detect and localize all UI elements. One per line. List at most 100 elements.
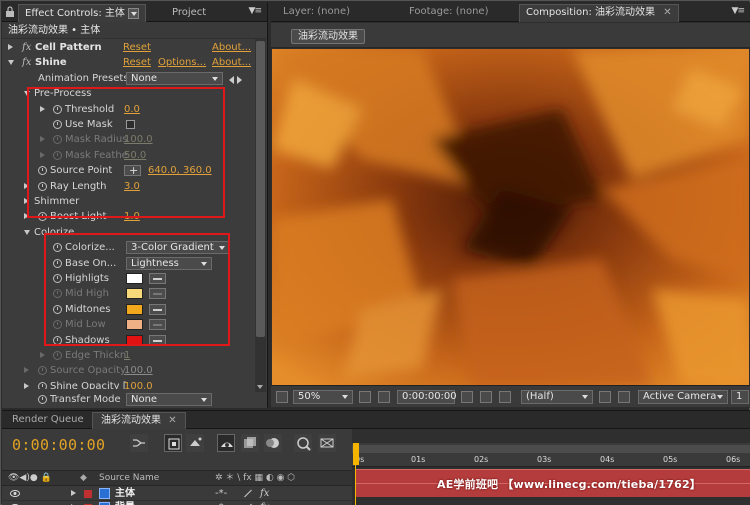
about-link[interactable]: About... [212, 55, 251, 70]
layer-name[interactable]: 背景 [115, 501, 135, 505]
tab-effect-controls[interactable]: Effect Controls: 主体 [18, 4, 146, 22]
collapse-arrow-icon[interactable] [24, 91, 30, 97]
time-ruler[interactable]: 0s 01s 02s 03s 04s 05s 06s [352, 443, 750, 467]
resolution-grid-icon[interactable] [359, 391, 371, 403]
viewer-timecode[interactable]: 0:00:00:00 [397, 390, 457, 404]
live-update-icon[interactable] [164, 434, 182, 452]
tab-footage[interactable]: Footage: (none) [403, 4, 494, 22]
boost-light-value[interactable]: 1.0 [124, 209, 140, 224]
always-preview-icon[interactable] [276, 391, 288, 403]
animation-presets-select[interactable]: None [126, 71, 223, 85]
stopwatch-icon[interactable] [38, 395, 47, 404]
expand-arrow-icon[interactable] [8, 44, 13, 50]
channel-rgb-icon[interactable] [499, 391, 511, 403]
collapse-switch-icon[interactable]: -*- [215, 487, 227, 500]
expand-arrow-icon[interactable] [24, 382, 29, 389]
stopwatch-icon[interactable] [53, 120, 62, 129]
pre-process-group[interactable]: Pre-Process [2, 86, 256, 101]
base-on-select[interactable]: Lightness [126, 256, 212, 270]
hide-shy-layers-icon[interactable] [217, 434, 235, 452]
lock-icon[interactable] [5, 6, 15, 18]
close-icon[interactable]: ✕ [663, 7, 671, 18]
frame-blending-icon[interactable] [241, 434, 259, 452]
next-preset-icon[interactable] [237, 75, 242, 84]
stopwatch-icon[interactable] [53, 304, 62, 314]
expand-arrow-icon[interactable] [24, 213, 29, 220]
about-link[interactable]: About... [212, 40, 251, 55]
effect-shine[interactable]: fx Shine Reset Options... About... [2, 55, 256, 70]
quality-switch-icon[interactable] [244, 489, 252, 498]
transparency-grid-icon[interactable] [618, 391, 630, 403]
region-of-interest-icon[interactable] [378, 391, 390, 403]
threshold-value[interactable]: 0.0 [124, 102, 140, 117]
stopwatch-icon[interactable] [53, 243, 62, 253]
stopwatch-icon[interactable] [38, 212, 47, 222]
brainstorm-icon[interactable] [318, 434, 336, 452]
eyedropper-icon[interactable] [149, 303, 166, 315]
label-column-icon[interactable]: ◆ [80, 471, 87, 485]
collapse-arrow-icon[interactable] [24, 229, 30, 235]
shimmer-group[interactable]: Shimmer [2, 194, 256, 209]
snapshot-camera-icon[interactable] [461, 391, 473, 403]
effect-cell-pattern[interactable]: fx Cell Pattern Reset About... [2, 40, 256, 55]
effect-controls-scrollbar[interactable] [255, 39, 266, 392]
composition-breadcrumb[interactable]: 油彩流动效果 [291, 29, 365, 44]
use-mask-checkbox[interactable] [126, 120, 135, 129]
expand-arrow-icon[interactable] [24, 198, 29, 204]
zoom-select[interactable]: 50% [293, 390, 353, 404]
effect-switch-icon[interactable]: fx [260, 501, 269, 505]
fx-icon[interactable]: fx [22, 40, 31, 55]
visibility-eye-icon[interactable] [10, 489, 20, 498]
graph-editor-icon[interactable] [294, 434, 312, 452]
current-time-indicator[interactable] [353, 443, 359, 465]
layer-row[interactable]: 背景 -*- fx [2, 501, 352, 505]
reset-link[interactable]: Reset [123, 55, 151, 70]
timeline-track-area[interactable]: 0s 01s 02s 03s 04s 05s 06s AE学前班吧 【www.l… [352, 429, 750, 505]
views-select[interactable]: 1 [731, 390, 749, 404]
ray-length-value[interactable]: 3.0 [124, 179, 140, 194]
switches-header-icons[interactable]: ✲ ＊ \ fx ▦ ◐ ◉ ⬡ [215, 471, 295, 485]
show-snapshot-icon[interactable] [480, 391, 492, 403]
source-name-header[interactable]: Source Name [99, 471, 159, 485]
av-features-icons[interactable]: 👁◀)● 🔒 [8, 471, 52, 485]
eyedropper-icon[interactable] [149, 273, 166, 284]
tab-render-queue[interactable]: Render Queue [4, 412, 92, 429]
draft-3d-icon[interactable] [186, 434, 204, 452]
colorize-select[interactable]: 3-Color Gradient [126, 241, 230, 255]
layer-label-color[interactable] [84, 490, 92, 498]
stopwatch-icon[interactable] [53, 258, 62, 268]
stopwatch-icon[interactable] [53, 274, 62, 283]
expand-arrow-icon[interactable] [40, 105, 45, 112]
expand-arrow-icon[interactable] [71, 490, 76, 496]
midtones-color-swatch[interactable] [126, 303, 143, 315]
stopwatch-icon[interactable] [38, 166, 47, 176]
tab-timeline-comp[interactable]: 油彩流动效果 ✕ [92, 412, 186, 429]
layer-row[interactable]: 主体 -*- fx [2, 487, 352, 501]
tab-layer[interactable]: Layer: (none) [277, 4, 356, 22]
scroll-down-icon[interactable] [257, 385, 263, 389]
shine-opacity-value[interactable]: 100.0 [124, 379, 153, 389]
motion-blur-icon[interactable] [264, 434, 282, 452]
stopwatch-icon[interactable] [38, 181, 47, 191]
work-area-bar[interactable] [352, 445, 750, 453]
panel-menu-icon[interactable]: ▼≡ [732, 6, 746, 16]
reset-link[interactable]: Reset [123, 40, 151, 55]
stopwatch-icon[interactable] [38, 381, 47, 389]
options-link[interactable]: Options... [158, 55, 206, 70]
tab-project[interactable]: Project [166, 4, 212, 22]
resolution-select[interactable]: (Half) [521, 390, 593, 404]
panel-menu-icon[interactable]: ▼≡ [249, 6, 263, 16]
current-time-display[interactable]: 0:00:00:00 [12, 436, 105, 454]
tab-composition[interactable]: Composition: 油彩流动效果 ✕ [519, 4, 679, 22]
camera-select[interactable]: Active Camera [638, 390, 728, 404]
scroll-thumb[interactable] [256, 41, 265, 337]
composition-canvas[interactable] [272, 49, 749, 385]
shadows-color-swatch[interactable] [126, 334, 143, 346]
expand-arrow-icon[interactable] [24, 182, 29, 189]
layer-name[interactable]: 主体 [115, 487, 135, 500]
colorize-group[interactable]: Colorize [2, 225, 256, 240]
chevron-down-icon[interactable] [127, 7, 139, 19]
fx-icon[interactable]: fx [22, 55, 31, 70]
highlights-color-swatch[interactable] [126, 273, 143, 284]
stopwatch-icon[interactable] [53, 104, 62, 114]
